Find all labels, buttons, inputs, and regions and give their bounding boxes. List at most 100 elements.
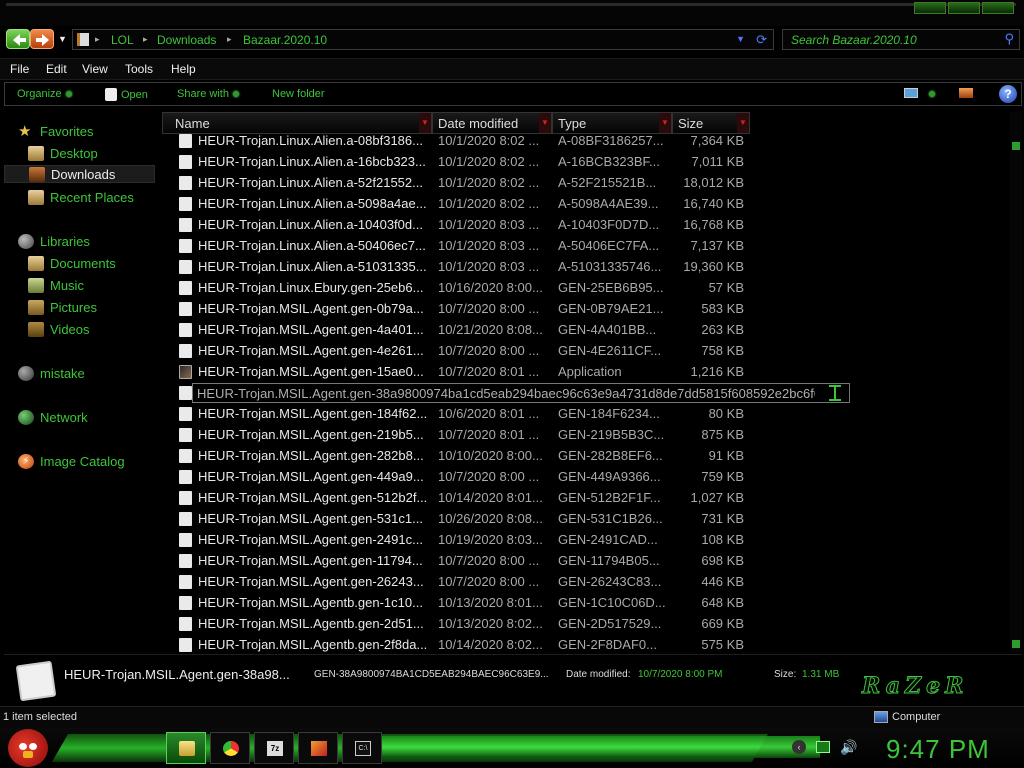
search-icon[interactable]: ⚲ [1004,31,1014,47]
file-row[interactable]: HEUR-Trojan.Linux.Alien.a-51031335... 10/… [162,256,852,277]
file-row[interactable]: HEUR-Trojan.MSIL.Agentb.gen-1c10... 10/13… [162,592,852,613]
file-size: 16,740 KB [683,196,744,211]
file-date: 10/7/2020 8:00 ... [438,553,540,568]
scrollbar[interactable] [1010,112,1022,652]
breadcrumb-separator-icon[interactable]: ▸ [227,34,232,45]
file-row[interactable]: HEUR-Trojan.MSIL.Agent.gen-449a9... 10/7/… [162,466,852,487]
file-name: HEUR-Trojan.MSIL.Agent.gen-15ae0... [198,364,424,379]
back-arrow-icon [13,34,26,46]
nav-desktop[interactable]: Desktop [28,144,98,162]
nav-videos[interactable]: Videos [28,320,90,338]
breadcrumb-separator-icon[interactable]: ▸ [95,34,100,45]
nav-libraries[interactable]: Libraries [18,232,90,250]
file-icon [179,554,192,568]
taskbar-explorer-button[interactable] [166,732,206,764]
scroll-up-icon[interactable] [1012,142,1020,150]
close-button[interactable] [982,2,1014,14]
file-row[interactable]: HEUR-Trojan.MSIL.Agent.gen-219b5... 10/7/… [162,424,852,445]
nav-image-catalog[interactable]: ⚡ Image Catalog [18,452,125,470]
help-icon[interactable]: ? [999,85,1017,103]
taskbar-game-button[interactable] [298,732,338,764]
share-with-button[interactable]: Share with [177,88,239,100]
taskbar: 7z C:\ ‹ 🔊 9:47 PM [0,728,1024,768]
file-row[interactable]: HEUR-Trojan.Linux.Alien.a-10403f0d... 10/… [162,214,852,235]
menu-tools[interactable]: Tools [125,62,153,76]
file-row[interactable]: HEUR-Trojan.Linux.Ebury.gen-25eb6... 10/1… [162,277,852,298]
breadcrumb-downloads[interactable]: Downloads [157,33,216,47]
minimize-button[interactable] [914,2,946,14]
details-file-type: GEN-38A9800974BA1CD5EAB294BAEC96C63E9... [314,669,549,680]
file-row[interactable]: HEUR-Trojan.MSIL.Agentb.gen-2d51... 10/13… [162,613,852,634]
back-button[interactable] [6,29,30,49]
file-size: 575 KB [701,637,744,652]
file-row[interactable]: HEUR-Trojan.Linux.Alien.a-08bf3186... 10/… [162,130,852,151]
file-size: 759 KB [701,469,744,484]
nav-favorites[interactable]: ★ Favorites [18,122,93,140]
file-date: 10/16/2020 8:00... [438,280,543,295]
details-modified-label: Date modified: [566,669,631,680]
nav-recent-places[interactable]: Recent Places [28,188,134,206]
rename-box[interactable] [192,383,850,403]
search-box[interactable]: ⚲ [782,29,1020,50]
refresh-icon[interactable]: ⟳ [756,32,767,48]
file-row[interactable]: HEUR-Trojan.Linux.Alien.a-16bcb323... 10/… [162,151,852,172]
breadcrumb-separator-icon[interactable]: ▸ [143,34,148,45]
nav-network[interactable]: Network [18,408,88,426]
organize-button[interactable]: Organize [17,88,72,100]
menu-view[interactable]: View [82,62,108,76]
file-row[interactable]: HEUR-Trojan.MSIL.Agent.gen-4a401... 10/21… [162,319,852,340]
selection-count: 1 item selected [3,711,77,723]
menu-edit[interactable]: Edit [46,62,67,76]
file-row[interactable] [162,382,852,403]
recent-pages-dropdown-icon[interactable]: ▼ [58,34,67,44]
open-button[interactable]: Open [105,88,148,101]
folder-icon [77,33,89,46]
nav-mistake[interactable]: mistake [18,364,85,382]
breadcrumb-bazaar[interactable]: Bazaar.2020.10 [243,33,327,47]
view-dropdown-icon[interactable] [929,91,935,97]
file-row[interactable]: HEUR-Trojan.MSIL.Agent.gen-2491c... 10/19… [162,529,852,550]
tray-network-icon[interactable] [816,741,830,753]
breadcrumb-lol[interactable]: LOL [111,33,134,47]
rename-input[interactable] [197,385,815,401]
nav-downloads[interactable]: Downloads [4,165,155,183]
file-row[interactable]: HEUR-Trojan.MSIL.Agent.gen-531c1... 10/26… [162,508,852,529]
cmd-icon: C:\ [355,741,371,756]
search-input[interactable] [791,32,991,47]
nav-pictures[interactable]: Pictures [28,298,97,316]
address-dropdown-icon[interactable]: ▼ [736,34,745,44]
menu-file[interactable]: File [10,62,29,76]
file-row[interactable]: HEUR-Trojan.MSIL.Agent.gen-184f62... 10/6… [162,403,852,424]
razer-logo: RaZeR [861,673,969,700]
scroll-down-icon[interactable] [1012,640,1020,648]
nav-documents[interactable]: Documents [28,254,116,272]
nav-music[interactable]: Music [28,276,84,294]
file-row[interactable]: HEUR-Trojan.MSIL.Agent.gen-512b2f... 10/1… [162,487,852,508]
forward-button[interactable] [30,29,54,49]
file-row[interactable]: HEUR-Trojan.Linux.Alien.a-5098a4ae... 10/… [162,193,852,214]
maximize-button[interactable] [948,2,980,14]
start-button[interactable] [8,729,48,767]
file-row[interactable]: HEUR-Trojan.MSIL.Agent.gen-282b8... 10/10… [162,445,852,466]
taskbar-7zip-button[interactable]: 7z [254,732,294,764]
tray-arrow-icon[interactable]: ‹ [792,740,806,754]
file-row[interactable]: HEUR-Trojan.Linux.Alien.a-50406ec7... 10/… [162,235,852,256]
file-row[interactable]: HEUR-Trojan.MSIL.Agent.gen-15ae0... 10/7/… [162,361,852,382]
file-row[interactable]: HEUR-Trojan.MSIL.Agentb.gen-2f8da... 10/1… [162,634,852,652]
preview-pane-icon[interactable] [959,88,973,98]
clock[interactable]: 9:47 PM [886,734,990,765]
new-folder-button[interactable]: New folder [272,88,325,100]
file-row[interactable]: HEUR-Trojan.Linux.Alien.a-52f21552... 10/… [162,172,852,193]
music-icon [28,277,44,293]
file-row[interactable]: HEUR-Trojan.MSIL.Agent.gen-26243... 10/7/… [162,571,852,592]
view-options-icon[interactable] [904,88,918,98]
menu-help[interactable]: Help [171,62,196,76]
file-row[interactable]: HEUR-Trojan.MSIL.Agent.gen-4e261... 10/7/… [162,340,852,361]
taskbar-chrome-button[interactable] [210,732,250,764]
file-row[interactable]: HEUR-Trojan.MSIL.Agent.gen-0b79a... 10/7/… [162,298,852,319]
taskbar-cmd-button[interactable]: C:\ [342,732,382,764]
volume-icon[interactable]: 🔊 [840,740,857,754]
file-row[interactable]: HEUR-Trojan.MSIL.Agent.gen-11794... 10/7/… [162,550,852,571]
file-size: 446 KB [701,574,744,589]
address-bar[interactable]: ▸ LOL ▸ Downloads ▸ Bazaar.2020.10 ▼ ⟳ [72,29,774,50]
